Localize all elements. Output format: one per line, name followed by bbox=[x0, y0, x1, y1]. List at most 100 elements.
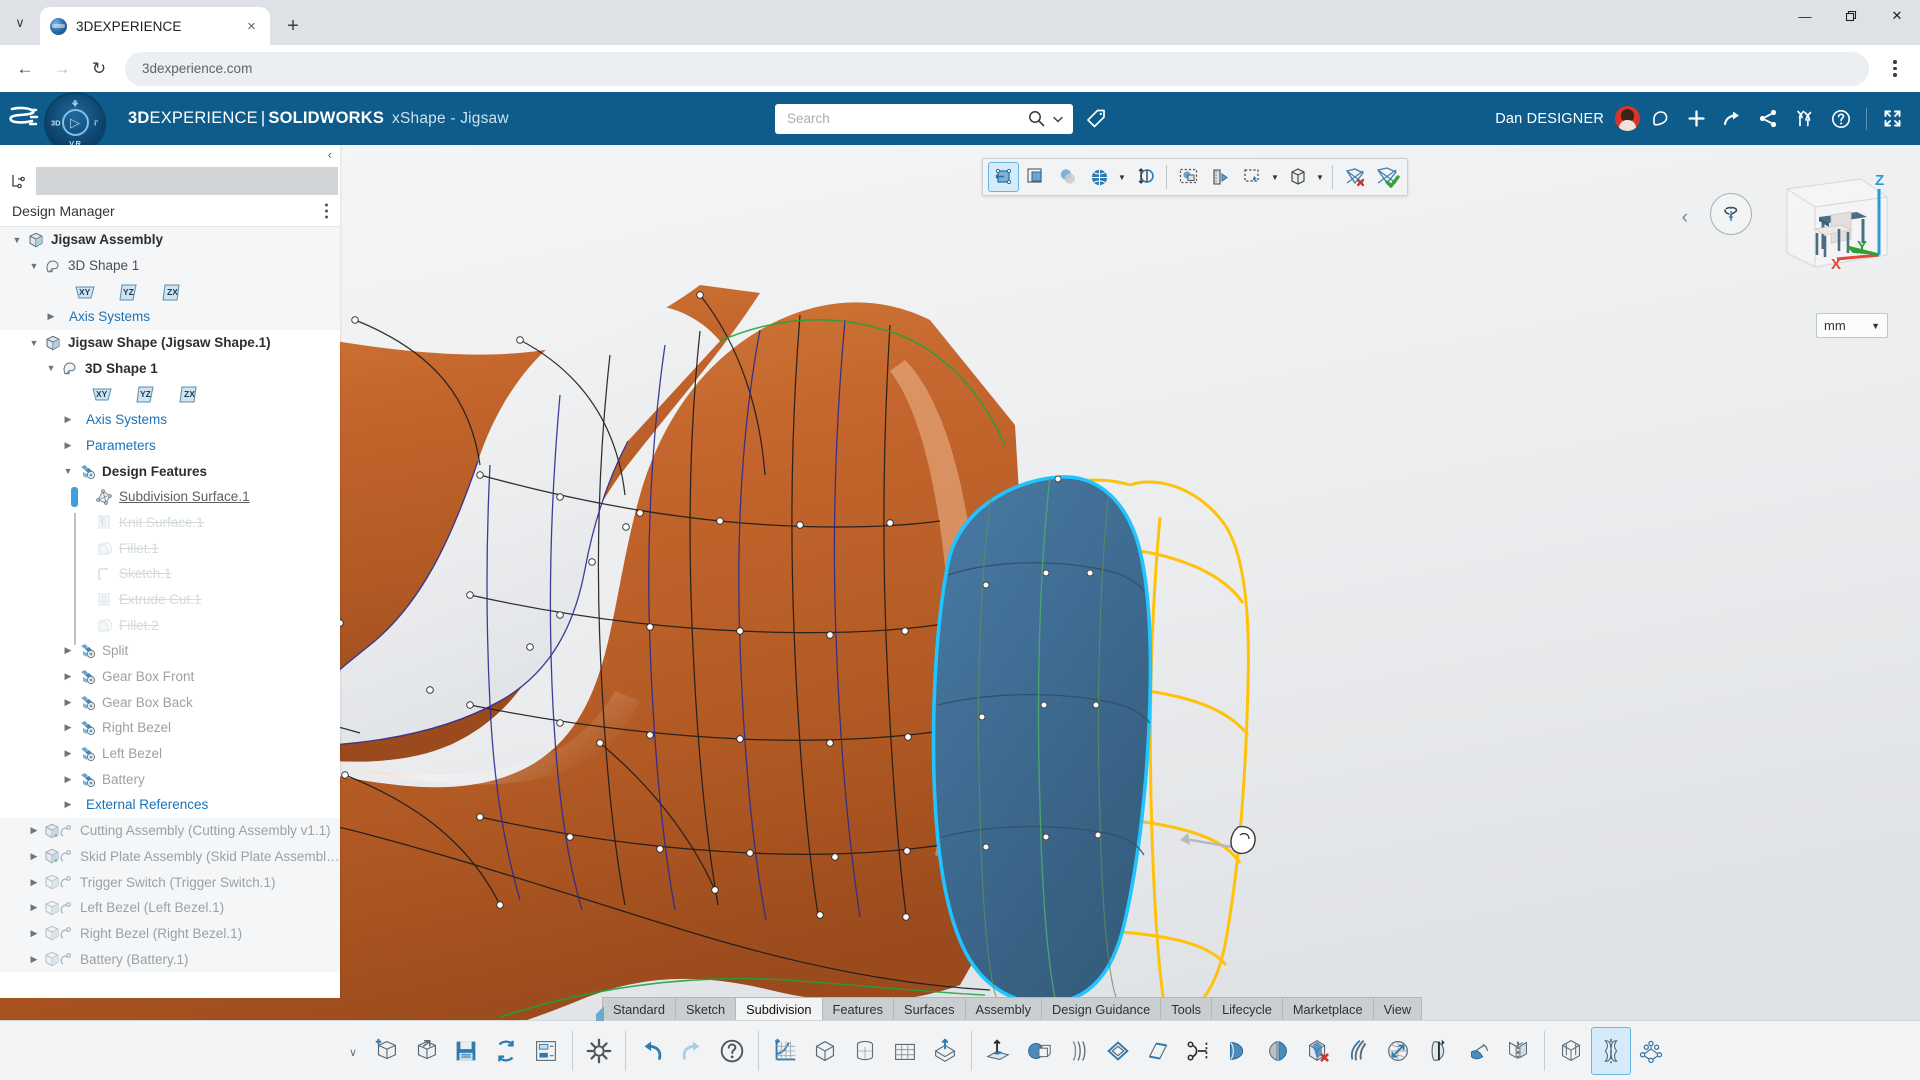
panel-menu-icon[interactable] bbox=[325, 203, 328, 218]
tree-node-split[interactable]: ▶Split bbox=[0, 638, 340, 664]
tree-node-right-bezel-instance[interactable]: ▶Right Bezel (Right Bezel.1) bbox=[0, 921, 340, 947]
tree-node-cutting-assembly[interactable]: ▶Cutting Assembly (Cutting Assembly v1.1… bbox=[0, 818, 340, 844]
tree-node-design-features[interactable]: ▼Design Features bbox=[0, 458, 340, 484]
expand-arrow-right-icon[interactable]: ▶ bbox=[59, 722, 77, 733]
tree-node-planes-b[interactable]: XY YZ ZX bbox=[0, 381, 340, 407]
chevron-down-icon[interactable]: ▼ bbox=[1314, 162, 1326, 192]
save-button[interactable] bbox=[446, 1027, 486, 1075]
expand-arrow-down-icon[interactable]: ▼ bbox=[25, 261, 43, 271]
tree-node-jigsaw-shape[interactable]: ▼Jigsaw Shape (Jigsaw Shape.1) bbox=[0, 330, 340, 356]
isolate-button[interactable] bbox=[1020, 162, 1051, 192]
new-part-button[interactable] bbox=[366, 1027, 406, 1075]
expand-arrow-right-icon[interactable]: ▶ bbox=[25, 825, 43, 836]
tab-view[interactable]: View bbox=[1373, 997, 1423, 1020]
scale-button[interactable] bbox=[1418, 1027, 1458, 1075]
expand-arrow-right-icon[interactable]: ▶ bbox=[59, 748, 77, 759]
tab-marketplace[interactable]: Marketplace bbox=[1282, 997, 1374, 1020]
tab-tools[interactable]: Tools bbox=[1160, 997, 1212, 1020]
tree-node-battery-instance[interactable]: ▶Battery (Battery.1) bbox=[0, 946, 340, 972]
toolbar-expand-icon[interactable]: ∨ bbox=[340, 1021, 366, 1080]
plane-zx-icon[interactable]: ZX bbox=[162, 283, 184, 300]
expand-arrow-right-icon[interactable]: ▶ bbox=[42, 311, 60, 322]
minimize-icon[interactable]: — bbox=[1782, 0, 1828, 32]
settings-button[interactable] bbox=[579, 1027, 619, 1075]
expand-arrow-down-icon[interactable]: ▼ bbox=[42, 363, 60, 373]
collaboration-icon[interactable] bbox=[1789, 103, 1820, 134]
undo-button[interactable] bbox=[632, 1027, 672, 1075]
redo-button[interactable] bbox=[672, 1027, 712, 1075]
extrude-face-button[interactable] bbox=[1018, 1027, 1058, 1075]
tree-node-gear-box-back[interactable]: ▶Gear Box Back bbox=[0, 689, 340, 715]
show-points-button[interactable] bbox=[1631, 1027, 1671, 1075]
tree-node-gear-box-front[interactable]: ▶Gear Box Front bbox=[0, 664, 340, 690]
display-mode-button[interactable] bbox=[1282, 162, 1313, 192]
tab-subdivision[interactable]: Subdivision bbox=[735, 997, 822, 1020]
smooth-button[interactable] bbox=[1378, 1027, 1418, 1075]
expand-arrow-down-icon[interactable]: ▼ bbox=[59, 466, 77, 476]
search-icon[interactable] bbox=[1028, 110, 1045, 127]
search-chevron-down-icon[interactable] bbox=[1051, 112, 1065, 126]
add-icon[interactable] bbox=[1681, 103, 1712, 134]
selection-mode-button[interactable] bbox=[1237, 162, 1268, 192]
search-input[interactable] bbox=[787, 111, 1022, 126]
plane-zx-icon[interactable]: ZX bbox=[179, 385, 201, 402]
expand-arrow-down-icon[interactable]: ▼ bbox=[8, 235, 26, 245]
expand-arrow-right-icon[interactable]: ▶ bbox=[59, 697, 77, 708]
collapse-panel-icon[interactable]: ‹ bbox=[328, 147, 332, 162]
expand-arrow-right-icon[interactable]: ▶ bbox=[25, 902, 43, 913]
chevron-down-icon[interactable]: ▼ bbox=[1269, 162, 1281, 192]
help-icon[interactable] bbox=[1825, 103, 1856, 134]
tab-design-guidance[interactable]: Design Guidance bbox=[1041, 997, 1161, 1020]
help-button[interactable] bbox=[712, 1027, 752, 1075]
avatar[interactable] bbox=[1615, 106, 1640, 131]
feature-tree[interactable]: ▼Jigsaw Assembly▼3D Shape 1XYYZZX▶Axis S… bbox=[0, 227, 340, 998]
close-window-icon[interactable]: ✕ bbox=[1874, 0, 1920, 32]
push-pull-button[interactable] bbox=[978, 1027, 1018, 1075]
tree-node-axis-systems-a[interactable]: ▶Axis Systems bbox=[0, 304, 340, 330]
plane-xy-icon[interactable]: XY bbox=[91, 385, 113, 402]
close-icon[interactable]: × bbox=[243, 18, 260, 35]
properties-button[interactable] bbox=[526, 1027, 566, 1075]
crease-button[interactable] bbox=[1338, 1027, 1378, 1075]
tab-standard[interactable]: Standard bbox=[602, 997, 676, 1020]
manipulate-tool-button[interactable] bbox=[988, 162, 1019, 192]
expand-arrow-right-icon[interactable]: ▶ bbox=[59, 645, 77, 656]
expand-arrow-right-icon[interactable]: ▶ bbox=[59, 440, 77, 451]
share-arrow-icon[interactable] bbox=[1717, 103, 1748, 134]
expand-arrow-right-icon[interactable]: ▶ bbox=[25, 928, 43, 939]
tree-node-trigger-switch[interactable]: ▶Trigger Switch (Trigger Switch.1) bbox=[0, 869, 340, 895]
display-cage-button[interactable] bbox=[1551, 1027, 1591, 1075]
tab-surfaces[interactable]: Surfaces bbox=[893, 997, 966, 1020]
flip-button[interactable] bbox=[1258, 1027, 1298, 1075]
expand-arrow-right-icon[interactable]: ▶ bbox=[59, 414, 77, 425]
expand-arrow-down-icon[interactable]: ▼ bbox=[25, 338, 43, 348]
expand-arrow-right-icon[interactable]: ▶ bbox=[25, 851, 43, 862]
tree-node-extrude-cut-1[interactable]: Extrude Cut.1 bbox=[0, 587, 340, 613]
expand-arrow-right-icon[interactable]: ▶ bbox=[59, 799, 77, 810]
browser-menu-icon[interactable] bbox=[1878, 52, 1912, 86]
primitive-plane-button[interactable] bbox=[885, 1027, 925, 1075]
expand-arrow-right-icon[interactable]: ▶ bbox=[25, 954, 43, 965]
compass-play-icon[interactable]: ▷ bbox=[62, 109, 89, 136]
view-orientation-cube[interactable]: Z X Y bbox=[1775, 167, 1895, 277]
primitive-cylinder-button[interactable] bbox=[845, 1027, 885, 1075]
chevron-down-icon[interactable]: ▼ bbox=[1116, 162, 1128, 192]
connect-button[interactable] bbox=[1178, 1027, 1218, 1075]
plane-xy-icon[interactable]: XY bbox=[74, 283, 96, 300]
extract-button[interactable] bbox=[925, 1027, 965, 1075]
delete-face-button[interactable] bbox=[1298, 1027, 1338, 1075]
tree-node-planes-a[interactable]: XYYZZX bbox=[0, 278, 340, 304]
confirm-button[interactable] bbox=[1371, 162, 1402, 192]
reload-icon[interactable]: ↻ bbox=[82, 52, 116, 86]
plane-yz-icon[interactable]: YZ bbox=[135, 385, 157, 402]
new-tab-button[interactable]: + bbox=[276, 9, 310, 43]
subdivide-button[interactable] bbox=[1098, 1027, 1138, 1075]
tree-node-parameters[interactable]: ▶Parameters bbox=[0, 433, 340, 459]
tree-node-3d-shape-1-b[interactable]: ▼3D Shape 1 bbox=[0, 355, 340, 381]
open-button[interactable] bbox=[406, 1027, 446, 1075]
address-bar[interactable]: 3dexperience.com bbox=[125, 52, 1869, 86]
fullscreen-icon[interactable] bbox=[1877, 103, 1908, 134]
expand-arrow-right-icon[interactable]: ▶ bbox=[25, 877, 43, 888]
expand-arrow-right-icon[interactable]: ▶ bbox=[59, 671, 77, 682]
tag-icon[interactable] bbox=[1085, 108, 1107, 130]
